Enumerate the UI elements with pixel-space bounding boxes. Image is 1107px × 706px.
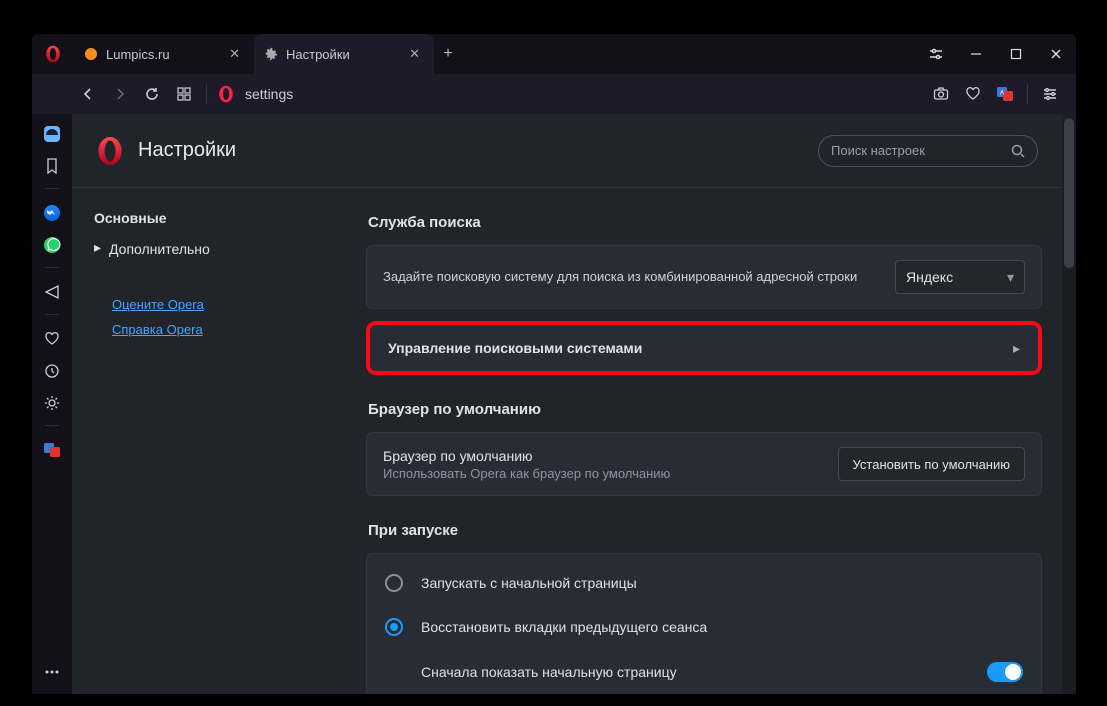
- maximize-button[interactable]: [996, 34, 1036, 74]
- search-engine-card: Задайте поисковую систему для поиска из …: [366, 245, 1042, 309]
- settings-content: Настройки Поиск настроек Основные ▸ Допо…: [72, 114, 1076, 694]
- search-icon: [1011, 144, 1025, 158]
- chevron-right-icon: ▸: [1013, 340, 1020, 357]
- gear-icon: [264, 47, 278, 61]
- rail-whatsapp[interactable]: [38, 231, 66, 259]
- tab-lumpics[interactable]: Lumpics.ru ✕: [74, 34, 254, 74]
- svg-text:A: A: [1000, 91, 1004, 97]
- body: Настройки Поиск настроек Основные ▸ Допо…: [32, 114, 1076, 694]
- section-title-startup: При запуске: [368, 522, 1042, 539]
- set-default-button[interactable]: Установить по умолчанию: [838, 447, 1025, 481]
- settings-header: Настройки Поиск настроек: [72, 114, 1062, 188]
- radio-icon: [385, 574, 403, 592]
- opera-menu-button[interactable]: [32, 34, 74, 74]
- heart-button[interactable]: [957, 78, 989, 110]
- easy-setup-button[interactable]: [916, 34, 956, 74]
- opera-icon: [217, 85, 235, 103]
- lumpics-favicon: [84, 47, 98, 61]
- tab-settings[interactable]: Настройки ✕: [254, 34, 434, 74]
- startup-card: Запускать с начальной страницы Восстанов…: [366, 553, 1042, 694]
- scrollbar[interactable]: [1062, 114, 1076, 694]
- scrollbar-thumb[interactable]: [1064, 118, 1074, 268]
- rail-more[interactable]: [38, 658, 66, 686]
- settings-main: Служба поиска Задайте поисковую систему …: [362, 188, 1062, 694]
- settings-search-input[interactable]: Поиск настроек: [818, 135, 1038, 167]
- reload-button[interactable]: [136, 78, 168, 110]
- tab-label: Настройки: [286, 47, 350, 62]
- sidebar-rail: [32, 114, 72, 694]
- rail-history[interactable]: [38, 357, 66, 385]
- forward-button[interactable]: [104, 78, 136, 110]
- manage-search-engines-label: Управление поисковыми системами: [388, 340, 642, 356]
- titlebar: Lumpics.ru ✕ Настройки ✕ +: [32, 34, 1076, 74]
- window-controls: [956, 34, 1076, 74]
- search-engine-select[interactable]: Яндекс ▾: [895, 260, 1025, 294]
- manage-search-engines-row[interactable]: Управление поисковыми системами ▸: [366, 321, 1042, 375]
- default-browser-label: Браузер по умолчанию: [383, 448, 670, 464]
- speed-dial-button[interactable]: [168, 78, 200, 110]
- rail-translate[interactable]: [38, 436, 66, 464]
- easy-setup-button-2[interactable]: [1034, 78, 1066, 110]
- startup-show-home-first: Сначала показать начальную страницу: [383, 652, 1025, 692]
- rail-personal-news[interactable]: [38, 325, 66, 353]
- url-text: settings: [245, 86, 293, 102]
- close-tab-icon[interactable]: ✕: [405, 44, 424, 64]
- address-bar[interactable]: settings: [213, 85, 925, 103]
- settings-nav: Основные ▸ Дополнительно Оцените Opera С…: [72, 188, 362, 694]
- section-title-default-browser: Браузер по умолчанию: [368, 401, 1042, 418]
- nav-rate-opera-link[interactable]: Оцените Opera: [112, 297, 340, 312]
- close-window-button[interactable]: [1036, 34, 1076, 74]
- new-tab-button[interactable]: +: [434, 34, 462, 74]
- search-engine-desc: Задайте поисковую систему для поиска из …: [383, 267, 857, 287]
- toggle-on[interactable]: [987, 662, 1023, 682]
- startup-option-restore[interactable]: Восстановить вкладки предыдущего сеанса: [383, 608, 1025, 646]
- rail-messenger[interactable]: [38, 199, 66, 227]
- translate-button[interactable]: A: [989, 78, 1021, 110]
- page-title: Настройки: [138, 139, 236, 162]
- rail-bookmarks[interactable]: [38, 152, 66, 180]
- opera-logo-icon: [96, 137, 124, 165]
- search-engine-selected: Яндекс: [906, 269, 953, 285]
- toolbar: settings A: [32, 74, 1076, 114]
- back-button[interactable]: [72, 78, 104, 110]
- close-tab-icon[interactable]: ✕: [225, 44, 244, 64]
- chevron-down-icon: ▾: [1007, 269, 1014, 286]
- tab-label: Lumpics.ru: [106, 47, 170, 62]
- section-title-search: Служба поиска: [368, 214, 1042, 231]
- minimize-button[interactable]: [956, 34, 996, 74]
- snapshot-button[interactable]: [925, 78, 957, 110]
- nav-basic[interactable]: Основные: [94, 210, 340, 226]
- default-browser-card: Браузер по умолчанию Использовать Opera …: [366, 432, 1042, 496]
- opera-window: Lumpics.ru ✕ Настройки ✕ +: [32, 34, 1076, 694]
- rail-flow[interactable]: [38, 278, 66, 306]
- rail-extensions[interactable]: [38, 389, 66, 417]
- nav-advanced[interactable]: ▸ Дополнительно: [94, 240, 340, 257]
- radio-checked-icon: [385, 618, 403, 636]
- rail-speed-dial[interactable]: [38, 120, 66, 148]
- search-placeholder: Поиск настроек: [831, 143, 925, 158]
- startup-option-home[interactable]: Запускать с начальной страницы: [383, 564, 1025, 602]
- default-browser-sub: Использовать Opera как браузер по умолча…: [383, 466, 670, 481]
- chevron-right-icon: ▸: [94, 239, 101, 256]
- nav-help-opera-link[interactable]: Справка Opera: [112, 322, 340, 337]
- toolbar-right: A: [925, 78, 1066, 110]
